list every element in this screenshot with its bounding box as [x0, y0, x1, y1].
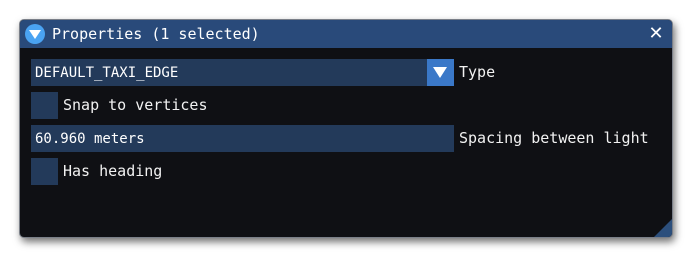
window-title: Properties (1 selected) — [52, 25, 260, 43]
spacing-label: Spacing between light — [459, 129, 649, 147]
properties-window: Properties (1 selected) ✕ DEFAULT_TAXI_E… — [19, 19, 673, 238]
snap-to-vertices-label: Snap to vertices — [63, 96, 208, 114]
type-dropdown[interactable]: DEFAULT_TAXI_EDGE — [31, 59, 454, 86]
collapse-arrow-icon[interactable] — [25, 24, 45, 44]
dropdown-arrow-icon[interactable] — [427, 59, 454, 86]
title-bar[interactable]: Properties (1 selected) ✕ — [20, 20, 672, 48]
has-heading-label: Has heading — [63, 162, 163, 180]
has-heading-checkbox[interactable] — [31, 158, 58, 185]
close-icon[interactable]: ✕ — [646, 24, 666, 44]
spacing-input[interactable]: 60.960 meters — [31, 125, 454, 152]
type-label: Type — [459, 63, 496, 81]
spacing-input-value: 60.960 meters — [35, 131, 145, 147]
resize-grip[interactable] — [654, 219, 672, 237]
type-dropdown-value: DEFAULT_TAXI_EDGE — [35, 65, 179, 81]
snap-to-vertices-checkbox[interactable] — [31, 92, 58, 119]
